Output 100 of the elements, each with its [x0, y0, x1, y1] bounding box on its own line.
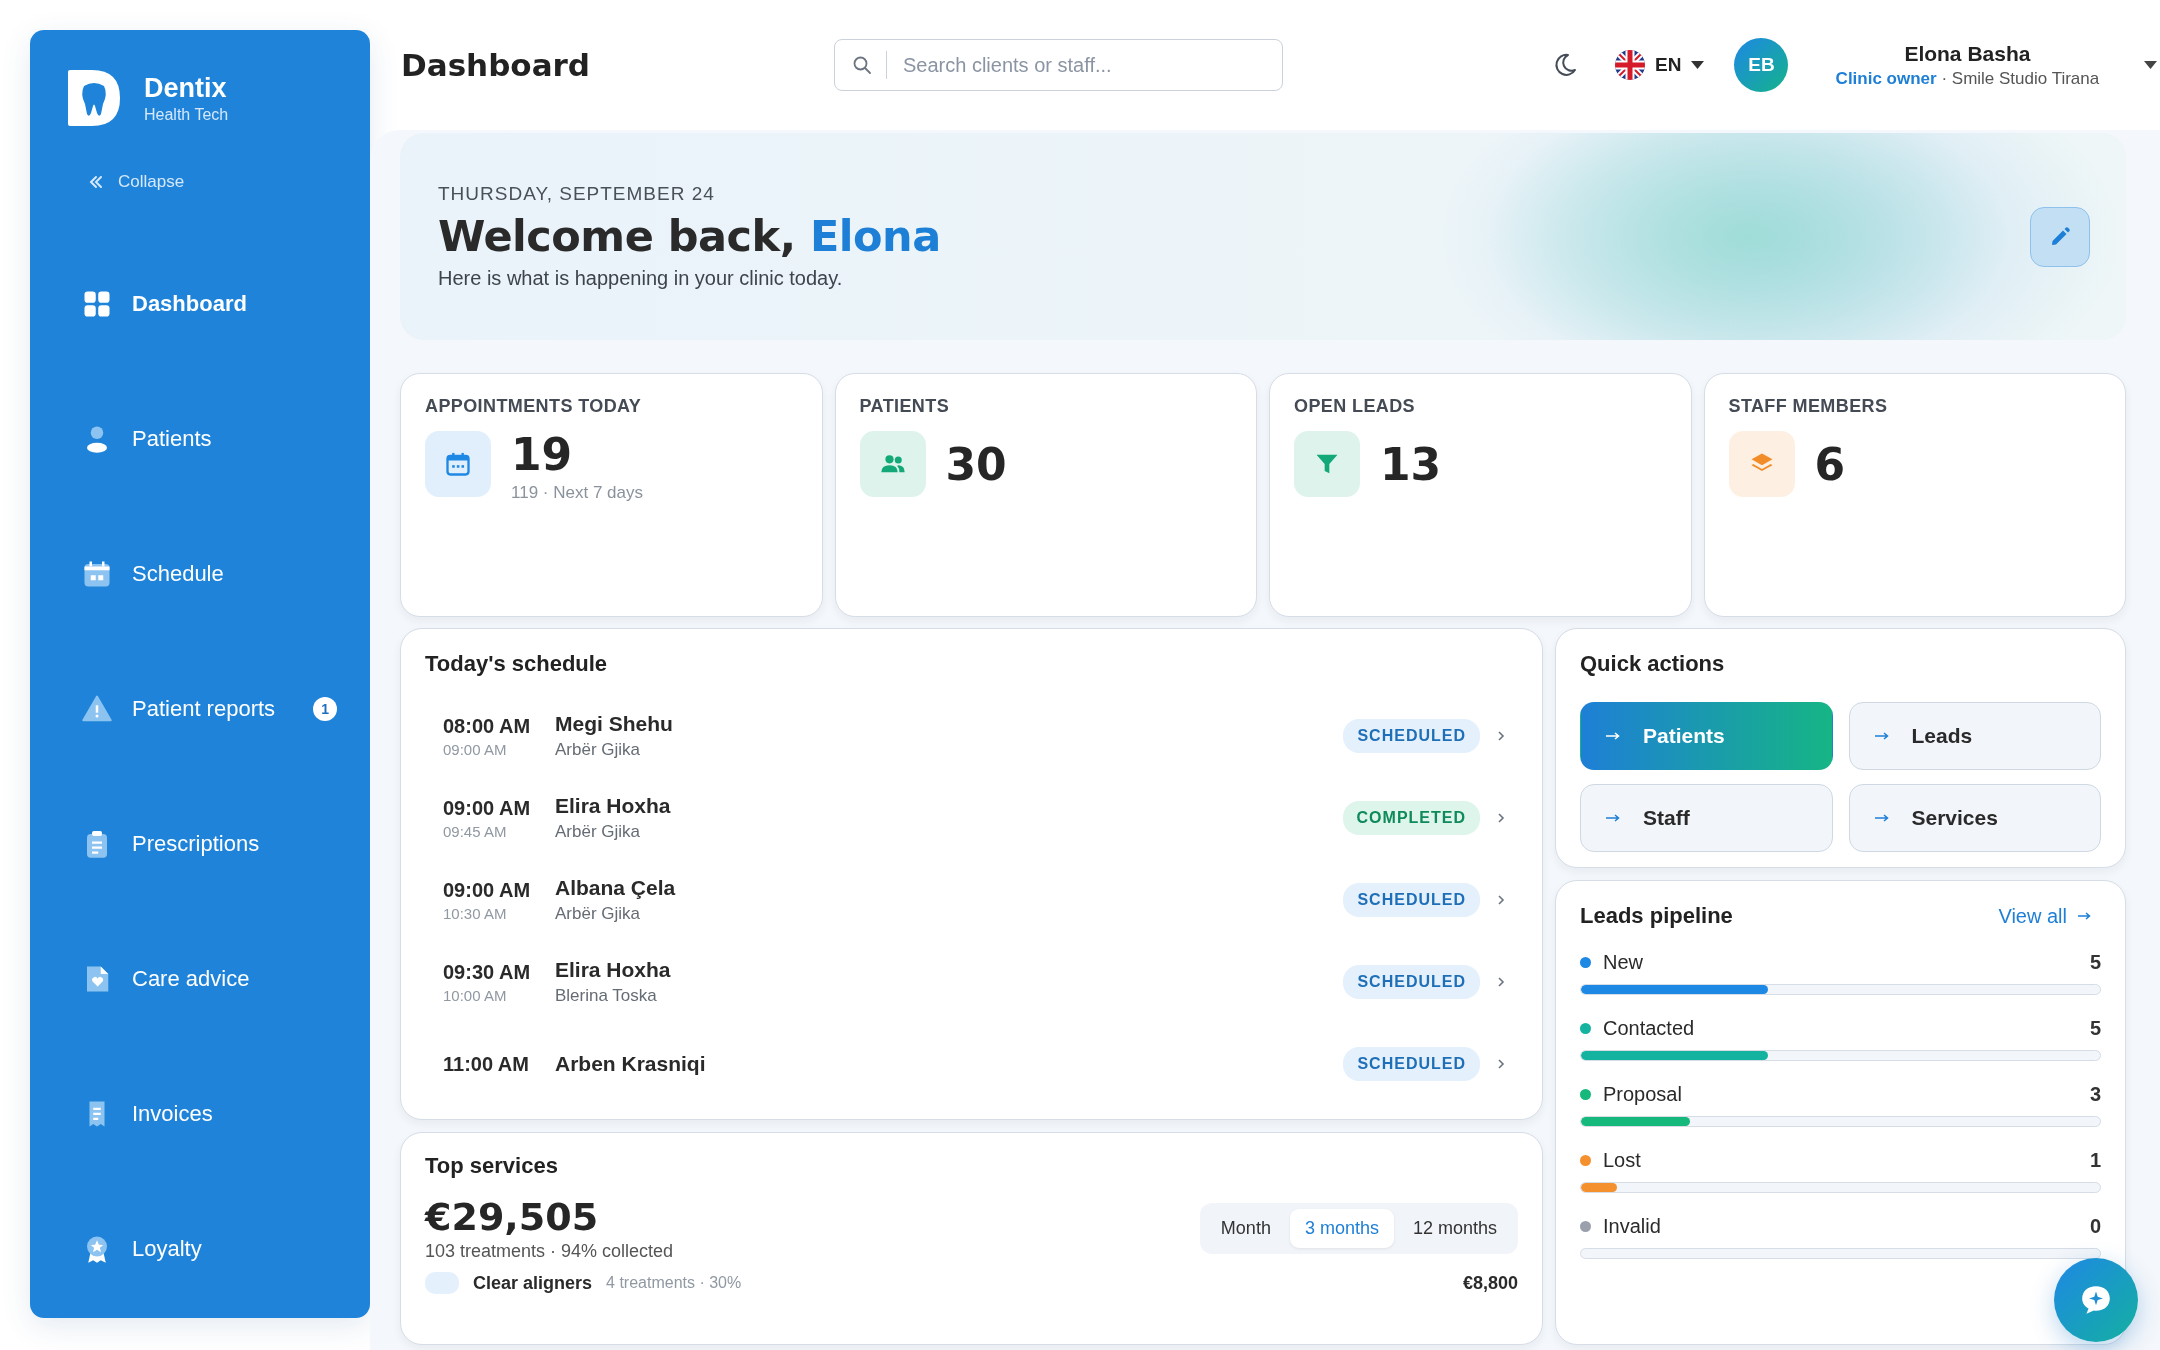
stage-label: Contacted [1603, 1017, 1696, 1040]
stat-label: APPOINTMENTS TODAY [425, 396, 643, 417]
period-tab[interactable]: 12 months [1397, 1209, 1512, 1248]
view-all-link[interactable]: View all [1998, 904, 2091, 928]
quick-action-button[interactable]: Patients [1580, 702, 1833, 770]
end-time: 10:30 AM [443, 904, 508, 922]
service-name: Clear aligners [473, 1272, 593, 1294]
edit-button[interactable] [2030, 206, 2090, 267]
card-title: Quick actions [1580, 651, 1726, 677]
start-time: 11:00 AM [443, 1052, 530, 1076]
patient-name: Elira Hoxha [555, 794, 672, 818]
flag-icon [1615, 50, 1645, 80]
status-badge: SCHEDULED [1343, 965, 1480, 999]
stat-value: 30 [945, 441, 1007, 490]
stage-count: 3 [2089, 1083, 2101, 1106]
start-time: 09:00 AM [443, 878, 532, 902]
date-label: THURSDAY, SEPTEMBER 24 [438, 183, 716, 205]
user-avatar[interactable]: EB [1734, 38, 1789, 92]
user-menu-button[interactable] [2144, 60, 2158, 70]
stage-count: 1 [2089, 1149, 2101, 1172]
sidebar-item[interactable]: Care advice [66, 911, 366, 1046]
appointment-row[interactable]: 08:00 AM 09:00 AM Megi Shehu Arbër Gjika SCHEDULED [425, 695, 1518, 777]
chevron-icon [1496, 1057, 1506, 1071]
end-time: 09:00 AM [443, 740, 508, 758]
tooth-logo-icon [66, 68, 122, 128]
status-badge: SCHEDULED [1343, 883, 1480, 917]
start-time: 09:00 AM [443, 796, 532, 820]
status-badge: SCHEDULED [1343, 1047, 1480, 1081]
service-icon [425, 1272, 459, 1294]
warning-icon [82, 693, 112, 724]
stat-label: STAFF MEMBERS [1728, 396, 1889, 417]
sidebar-item[interactable]: Loyalty [66, 1181, 366, 1316]
chevron-icon [1496, 729, 1506, 743]
revenue-total: €29,505 [425, 1195, 600, 1239]
chevron-icon [1496, 893, 1506, 907]
sidebar-item[interactable]: Invoices [66, 1046, 366, 1181]
end-time: 09:45 AM [443, 822, 508, 840]
welcome-heading: Welcome back, Elona [438, 211, 942, 261]
arrow-icon [1605, 813, 1621, 823]
service-detail: 4 treatments · 30% [606, 1274, 743, 1292]
doctor-name: Arbër Gjika [555, 822, 642, 842]
stat-label: OPEN LEADS [1294, 396, 1417, 417]
arrow-icon [1605, 731, 1621, 741]
sidebar-item[interactable]: Patient reports 1 [66, 641, 366, 776]
start-time: 08:00 AM [443, 714, 532, 738]
quick-action-button[interactable]: Staff [1580, 784, 1833, 852]
count-badge: 1 [313, 696, 338, 721]
revenue-summary: 103 treatments · 94% collected [425, 1241, 674, 1262]
user-name: Elona Basha [1903, 41, 2032, 66]
patient-name: Albana Çela [555, 876, 677, 900]
stat-value: 13 [1380, 441, 1442, 490]
stage-count: 5 [2089, 1017, 2101, 1040]
doctor-name: Arbër Gjika [555, 904, 642, 924]
sidebar-item[interactable]: Patients [66, 371, 366, 506]
search-field[interactable]: Search clients or staff... [834, 39, 1283, 91]
welcome-text: Here is what is happening in your clinic today. [438, 267, 844, 290]
stage-count: 0 [2089, 1215, 2101, 1238]
sidebar-item[interactable]: Schedule [66, 506, 366, 641]
doctor-name: Arbër Gjika [555, 740, 642, 760]
appointment-row[interactable]: 09:30 AM 10:00 AM Elira Hoxha Blerina Toska SCHEDULED [425, 941, 1518, 1023]
card-title: Today's schedule [425, 651, 609, 677]
stage-label: New [1603, 951, 1644, 974]
sidebar-item[interactable]: Prescriptions [66, 776, 366, 911]
patient-name: Megi Shehu [555, 712, 674, 736]
stat-subtext: 119 · Next 7 days [511, 483, 643, 504]
arrow-icon [2077, 911, 2091, 921]
card-title: Top services [425, 1153, 559, 1179]
stat-value: 19 [511, 431, 574, 480]
stat-label: PATIENTS [859, 396, 951, 417]
end-time: 10:00 AM [443, 986, 508, 1004]
stat-value: 6 [1814, 441, 1846, 490]
arrow-icon [1873, 813, 1890, 823]
user-subtitle: Clinic owner · Smile Studio Tirana [1834, 68, 2101, 89]
language-selector[interactable]: EN [1615, 50, 1705, 80]
brand-tagline: Health Tech [144, 105, 229, 124]
start-time: 09:30 AM [443, 960, 532, 984]
stage-count: 5 [2089, 951, 2101, 974]
quick-action-button[interactable]: Leads [1848, 702, 2101, 770]
stage-label: Proposal [1603, 1083, 1683, 1106]
period-tab[interactable]: 3 months [1289, 1209, 1394, 1248]
patient-name: Elira Hoxha [555, 958, 672, 982]
appointment-row[interactable]: 11:00 AM Arben Krasniqi SCHEDULED [425, 1023, 1518, 1105]
sidebar-item[interactable]: Dashboard [66, 236, 366, 371]
caret-icon [2144, 60, 2158, 70]
appointment-row[interactable]: 09:00 AM 10:30 AM Albana Çela Arbër Gjika SCHEDULED [425, 859, 1518, 941]
double-chevron-icon [88, 174, 104, 190]
status-badge: SCHEDULED [1343, 719, 1480, 753]
appointment-row[interactable]: 09:00 AM 09:45 AM Elira Hoxha Arbër Gjika COMPLETED [425, 777, 1518, 859]
collapse-button[interactable]: Collapse [88, 172, 185, 192]
chevron-icon [1496, 811, 1506, 825]
card-title: Leads pipeline [1580, 903, 1733, 929]
patient-name: Arben Krasniqi [555, 1052, 707, 1076]
stage-label: Lost [1603, 1149, 1642, 1172]
chevron-icon [1496, 975, 1506, 989]
period-tab[interactable]: Month [1205, 1209, 1286, 1248]
status-badge: COMPLETED [1342, 801, 1480, 835]
doctor-name: Blerina Toska [555, 986, 658, 1006]
quick-action-button[interactable]: Services [1848, 784, 2101, 852]
search-icon [852, 55, 872, 75]
service-amount: €8,800 [1462, 1272, 1518, 1294]
